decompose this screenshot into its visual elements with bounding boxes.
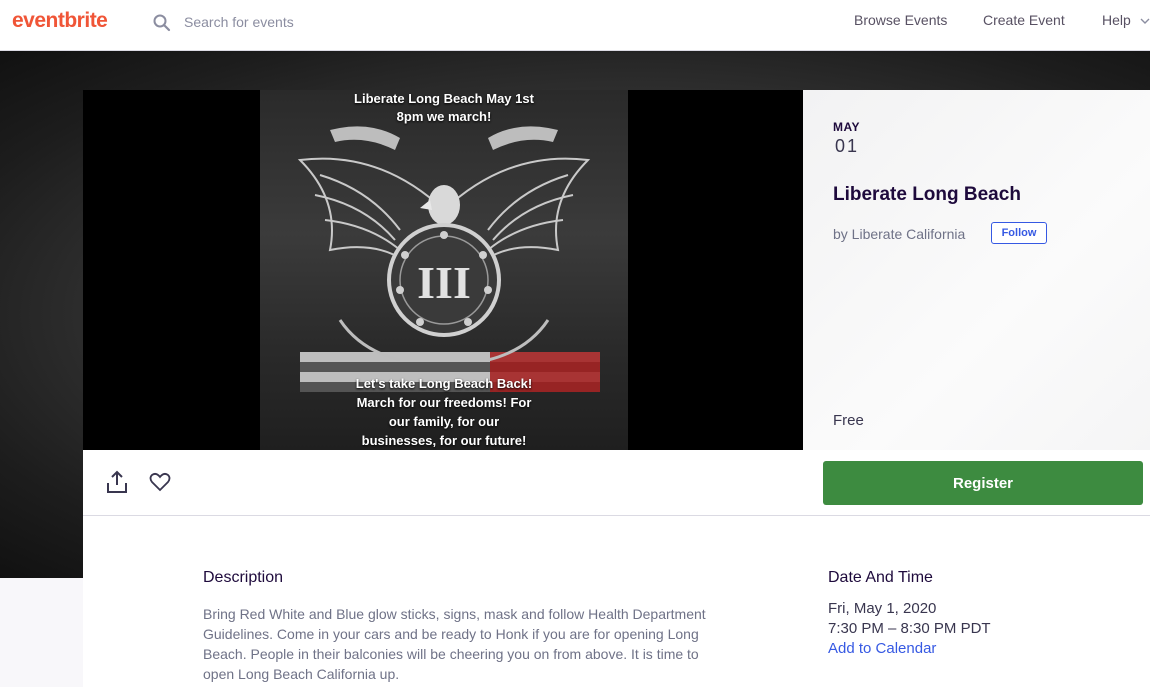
- event-image: III Liberate Long Beach May 1st 8pm we m…: [83, 90, 803, 450]
- event-date: Fri, May 1, 2020: [828, 600, 937, 617]
- event-poster: III Liberate Long Beach May 1st 8pm we m…: [260, 90, 628, 450]
- poster-top-line-1: Liberate Long Beach May 1st: [354, 91, 534, 106]
- share-icon[interactable]: [106, 470, 128, 494]
- top-nav-bar: eventbrite Browse Events Create Event He…: [0, 0, 1150, 51]
- event-title: Liberate Long Beach: [833, 184, 1021, 205]
- event-info-panel: MAY 01 Liberate Long Beach by Liberate C…: [803, 90, 1150, 450]
- poster-bottom-line-4: businesses, for our future!: [361, 433, 527, 448]
- search-icon[interactable]: [152, 13, 172, 33]
- organizer-name[interactable]: by Liberate California: [833, 226, 965, 242]
- event-day: 01: [835, 136, 860, 156]
- action-bar: Register: [83, 450, 1150, 516]
- eventbrite-logo[interactable]: eventbrite: [12, 9, 108, 33]
- register-button[interactable]: Register: [823, 461, 1143, 505]
- poster-bottom-line-3: our family, for our: [388, 414, 500, 429]
- nav-help[interactable]: Help: [1102, 12, 1131, 28]
- add-to-calendar-link[interactable]: Add to Calendar: [828, 640, 936, 657]
- search-input[interactable]: [184, 11, 484, 33]
- poster-top-line-2: 8pm we march!: [396, 109, 492, 124]
- svg-text:III: III: [417, 257, 471, 308]
- event-time: 7:30 PM – 8:30 PM PDT: [828, 620, 991, 637]
- event-price: Free: [833, 412, 864, 429]
- date-time-heading: Date And Time: [828, 569, 933, 586]
- event-month: MAY: [833, 120, 861, 134]
- event-details: Description Bring Red White and Blue glo…: [83, 516, 1150, 687]
- heart-icon[interactable]: [149, 472, 171, 492]
- follow-button[interactable]: Follow: [991, 222, 1047, 244]
- chevron-down-icon[interactable]: [1140, 17, 1150, 25]
- nav-create-event[interactable]: Create Event: [983, 12, 1065, 28]
- description-heading: Description: [203, 569, 284, 586]
- nav-browse-events[interactable]: Browse Events: [854, 12, 947, 28]
- poster-bottom-line-2: March for our freedoms! For: [356, 395, 532, 410]
- description-text: Bring Red White and Blue glow sticks, si…: [203, 606, 706, 682]
- poster-bottom-line-1: Let's take Long Beach Back!: [355, 376, 533, 391]
